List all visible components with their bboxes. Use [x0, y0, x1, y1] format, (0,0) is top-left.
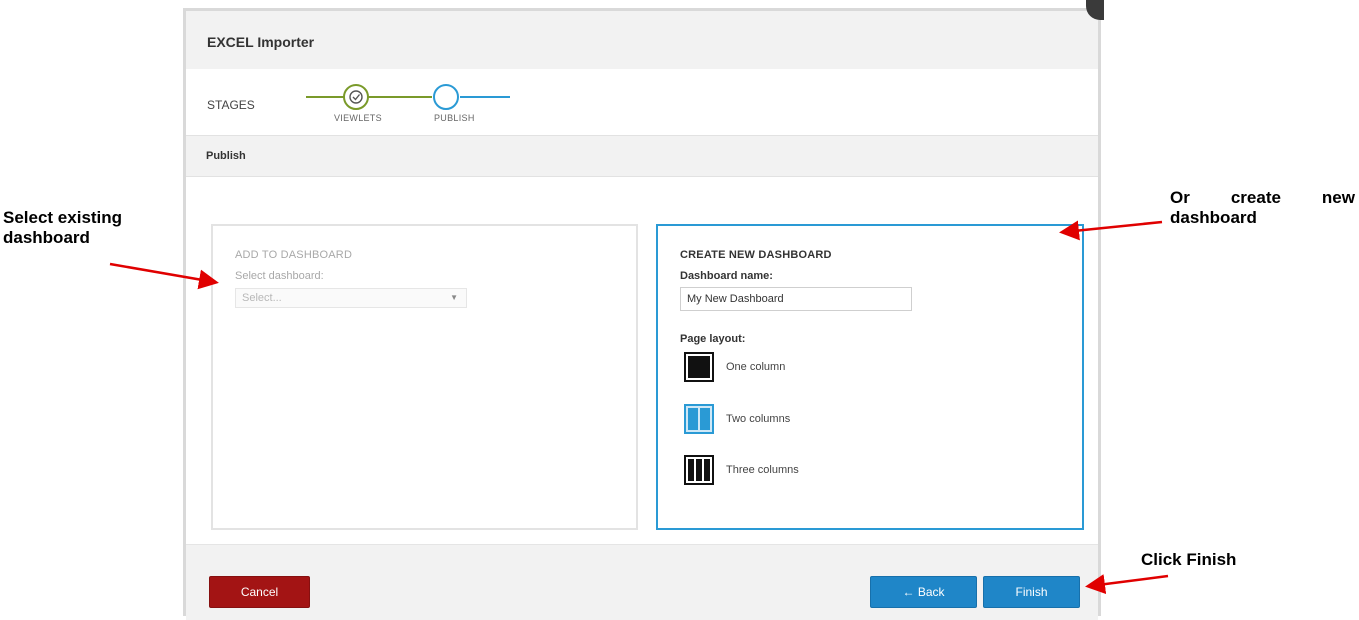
- arrow-to-select-dashboard: [109, 262, 219, 290]
- arrow-to-create-panel: [1059, 220, 1163, 241]
- arrow-to-finish-button: [1085, 574, 1169, 595]
- annotation-arrows: [109, 220, 1169, 595]
